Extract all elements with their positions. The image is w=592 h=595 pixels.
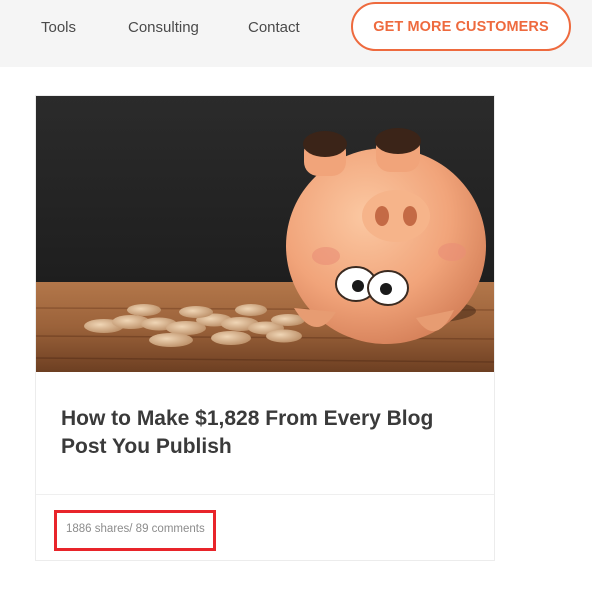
- post-title[interactable]: How to Make $1,828 From Every Blog Post …: [61, 405, 461, 461]
- nav-link-contact[interactable]: Contact: [248, 19, 300, 37]
- get-more-customers-button[interactable]: GET MORE CUSTOMERS: [351, 2, 571, 51]
- piggy-bank-illustration: [36, 96, 494, 372]
- nav-link-consulting[interactable]: Consulting: [128, 19, 199, 37]
- top-navigation-bar: Tools Consulting Contact GET MORE CUSTOM…: [0, 0, 592, 67]
- card-divider: [36, 494, 494, 495]
- post-thumbnail-image[interactable]: [36, 96, 494, 372]
- page: Tools Consulting Contact GET MORE CUSTOM…: [0, 0, 592, 595]
- get-more-customers-label: GET MORE CUSTOMERS: [373, 18, 549, 35]
- blog-post-card[interactable]: How to Make $1,828 From Every Blog Post …: [35, 95, 495, 561]
- highlight-annotation-box: [54, 510, 216, 551]
- nav-link-tools[interactable]: Tools: [41, 19, 76, 37]
